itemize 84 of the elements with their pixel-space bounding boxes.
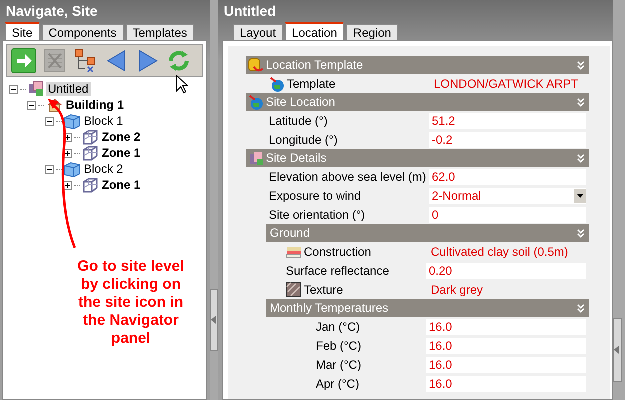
tab[interactable]: Components bbox=[42, 24, 124, 40]
property-label: Texture bbox=[304, 282, 344, 296]
arrow-left-icon bbox=[211, 316, 216, 324]
collapse-handle[interactable] bbox=[210, 289, 218, 351]
property-label: Longitude (°) bbox=[269, 132, 338, 146]
dropdown-arrow-icon bbox=[576, 194, 584, 198]
mouse-cursor-icon bbox=[176, 75, 188, 94]
tab[interactable]: Templates bbox=[126, 24, 194, 40]
section-title: Site Details bbox=[266, 151, 328, 165]
property-label: Elevation above sea level (m) bbox=[269, 170, 426, 184]
value-field[interactable]: 62.0 bbox=[429, 168, 586, 184]
section-header[interactable]: Site Details bbox=[246, 149, 589, 167]
tree-item[interactable]: Building 1 bbox=[64, 98, 126, 112]
property-label: Mar (°C) bbox=[316, 358, 362, 372]
section-header[interactable]: Site Location bbox=[246, 93, 589, 111]
collapse-toggle[interactable] bbox=[45, 164, 54, 174]
tab[interactable]: Location bbox=[285, 22, 344, 40]
globe-pin-icon bbox=[269, 76, 285, 92]
arrow-left-icon bbox=[614, 346, 619, 354]
tree-item[interactable]: Block 1 bbox=[82, 114, 126, 128]
plus-icon bbox=[64, 150, 71, 156]
arrow-right-icon bbox=[11, 48, 37, 74]
property-label: Jan (°C) bbox=[316, 320, 360, 334]
collapse-chevron-icon bbox=[577, 154, 585, 162]
property-label: Latitude (°) bbox=[269, 114, 328, 128]
globe-pin-icon bbox=[248, 94, 264, 110]
collapse-toggle[interactable] bbox=[45, 116, 54, 126]
section-title: Site Location bbox=[266, 95, 336, 109]
plus-icon bbox=[64, 134, 71, 140]
list-cross-icon bbox=[42, 48, 68, 74]
value-field[interactable]: 51.2 bbox=[429, 112, 586, 128]
tab[interactable]: Region bbox=[346, 24, 398, 40]
plus-icon bbox=[64, 182, 71, 188]
collapse-toggle[interactable] bbox=[9, 84, 18, 94]
wireframe-cube-icon bbox=[82, 129, 98, 145]
collapse-chevron-icon bbox=[577, 228, 585, 238]
linked-value[interactable]: LONDON/GATWICK ARPT bbox=[429, 76, 586, 90]
section-header[interactable]: Monthly Temperatures bbox=[266, 299, 589, 317]
value-field[interactable]: -0.2 bbox=[429, 132, 586, 148]
section-title: Monthly Temperatures bbox=[270, 301, 390, 315]
value-field[interactable]: 16.0 bbox=[426, 318, 586, 334]
tab[interactable]: Site bbox=[5, 22, 40, 40]
value-field[interactable]: 16.0 bbox=[426, 376, 586, 392]
section-header[interactable]: Ground bbox=[266, 224, 589, 242]
tree-item[interactable]: Untitled bbox=[46, 82, 91, 96]
linked-value[interactable]: Dark grey bbox=[426, 282, 586, 296]
toolbar-button[interactable] bbox=[11, 48, 37, 74]
dropdown[interactable]: 2-Normal bbox=[429, 188, 586, 204]
collapse-chevron-icon bbox=[577, 98, 585, 106]
value-field[interactable]: 0.20 bbox=[426, 262, 586, 278]
property-label: Exposure to wind bbox=[269, 188, 362, 202]
collapse-chevron-icon bbox=[577, 304, 585, 312]
building-blocks-icon bbox=[248, 150, 264, 166]
collapse-chevron-icon bbox=[577, 60, 585, 70]
tab[interactable]: Layout bbox=[233, 24, 284, 40]
property-label: Apr (°C) bbox=[316, 376, 360, 390]
property-label: Template bbox=[287, 76, 336, 90]
value-field[interactable]: 0 bbox=[429, 206, 586, 222]
cube-icon bbox=[64, 161, 80, 177]
building-blocks-icon bbox=[28, 81, 44, 97]
property-label: Construction bbox=[304, 244, 372, 258]
section-header[interactable]: Location Template bbox=[246, 56, 589, 74]
property-label: Site orientation (°) bbox=[269, 208, 366, 222]
wireframe-cube-icon bbox=[82, 145, 98, 161]
tree-item[interactable]: Block 2 bbox=[82, 162, 126, 176]
annotation-text: Go to site level by clicking on the site icon in the Navigator panel bbox=[76, 258, 186, 348]
tree-item[interactable]: Zone 2 bbox=[100, 130, 143, 144]
linked-value[interactable]: Cultivated clay soil (0.5m) bbox=[426, 244, 586, 258]
tree-item[interactable]: Zone 1 bbox=[100, 146, 143, 160]
property-label: Surface reflectance bbox=[286, 264, 390, 278]
cube-icon bbox=[64, 113, 80, 129]
value-field[interactable]: 16.0 bbox=[426, 356, 586, 372]
section-title: Location Template bbox=[266, 58, 364, 72]
wireframe-cube-icon bbox=[82, 177, 98, 193]
collapse-handle[interactable] bbox=[613, 318, 622, 382]
panel-title: Untitled bbox=[223, 2, 278, 21]
value-field[interactable]: 16.0 bbox=[426, 338, 586, 354]
section-title: Ground bbox=[270, 226, 312, 240]
collapse-toggle[interactable] bbox=[27, 100, 36, 110]
tree-item[interactable]: Zone 1 bbox=[100, 178, 143, 192]
texture-swatch-icon bbox=[286, 282, 302, 298]
document-arrow-icon bbox=[248, 57, 264, 73]
panel-title: Navigate, Site bbox=[5, 2, 99, 21]
property-label: Feb (°C) bbox=[316, 338, 362, 352]
